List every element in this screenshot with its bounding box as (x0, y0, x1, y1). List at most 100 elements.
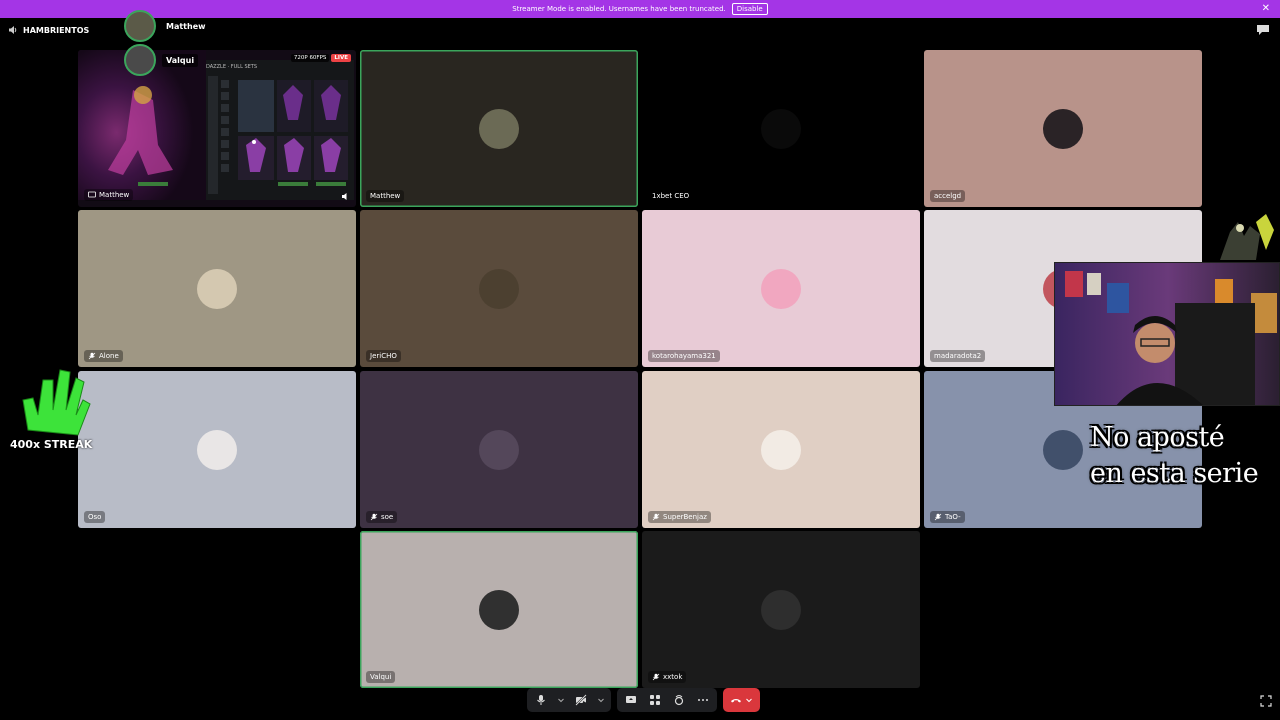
participant-tile[interactable]: kotarohayama321 (642, 210, 920, 367)
avatar (761, 429, 801, 470)
participant-tile[interactable]: xxtok (642, 531, 920, 688)
avatar (124, 44, 156, 76)
game-title: DAZZLE · FULL SETS (206, 64, 258, 70)
hand-streak-icon (22, 369, 91, 436)
end-call-icon (731, 699, 741, 703)
participant-name-label: Valqui (366, 671, 396, 683)
camera-button[interactable] (573, 692, 589, 708)
overlay-speaker: Valqui (124, 44, 210, 76)
camera-off-icon (575, 694, 587, 706)
app-root: { "notice": { "message": "Streamer Mode … (0, 0, 1280, 720)
avatar (761, 268, 801, 309)
participant-name-label: SuperBenjaz (648, 511, 711, 523)
participant-name-label: TaO- (930, 511, 965, 523)
avatar (479, 429, 519, 470)
participant-tile[interactable]: accelgd (924, 50, 1202, 207)
participant-name: SuperBenjaz (663, 513, 707, 521)
stream-badges: 720P 60FPS LIVE (290, 54, 351, 62)
participant-name-label: madaradota2 (930, 350, 986, 362)
muted-icon (934, 513, 942, 521)
avatar (479, 589, 519, 630)
participant-tile[interactable]: 1xbet CEO (642, 50, 920, 207)
participant-tile[interactable]: soe (360, 371, 638, 528)
channel-header: HAMBRIENTOS (8, 25, 89, 35)
soundboard-button[interactable] (671, 692, 687, 708)
chevron-down-icon[interactable] (597, 696, 605, 704)
soundboard-icon (674, 695, 684, 706)
participant-tile[interactable]: Valqui (360, 531, 638, 688)
participant-name-label: Oso (84, 511, 106, 523)
streamer-webcam (1054, 262, 1280, 406)
participant-name: accelgd (934, 192, 962, 200)
more-options-button[interactable] (695, 692, 711, 708)
participant-name: Alone (99, 352, 119, 360)
caption-line-2: en esta serie (1090, 458, 1259, 489)
notice-message: Streamer Mode is enabled. Usernames have… (512, 5, 726, 13)
participant-name-label: 1xbet CEO (648, 190, 694, 202)
avatar (479, 268, 519, 309)
channel-name: HAMBRIENTOS (23, 25, 90, 35)
extra-controls (617, 688, 717, 712)
muted-icon (88, 352, 96, 360)
stream-name-label: Matthew (84, 189, 134, 201)
muted-icon (652, 673, 660, 681)
avatar (197, 429, 237, 470)
quality-badge: 720P 60FPS (290, 54, 330, 62)
participant-name: Matthew (370, 192, 401, 200)
participant-tile[interactable]: SuperBenjaz (642, 371, 920, 528)
participant-name: soe (381, 513, 394, 521)
microphone-button[interactable] (533, 692, 549, 708)
screen-share-icon (88, 191, 96, 198)
participant-tile[interactable]: JeriCHO (360, 210, 638, 367)
avatar (1043, 429, 1083, 470)
participant-name-label: accelgd (930, 190, 966, 202)
avatar (1043, 108, 1083, 149)
media-controls (527, 688, 611, 712)
speaker-icon (9, 26, 17, 34)
overlay-speaker-name: Valqui (162, 53, 199, 67)
call-controls (527, 688, 760, 712)
overlay-speaker-name: Matthew (162, 19, 210, 33)
avatar (197, 268, 237, 309)
participant-tile[interactable]: Matthew (360, 50, 638, 207)
participant-name: 1xbet CEO (652, 192, 690, 200)
hero-sprite (1220, 214, 1274, 260)
fullscreen-icon[interactable] (1260, 695, 1272, 707)
avatar (761, 589, 801, 630)
participant-name: xxtok (663, 673, 683, 681)
chat-icon[interactable] (1256, 24, 1270, 36)
volume-icon[interactable] (341, 192, 350, 201)
speaking-overlay: Matthew Valqui (124, 10, 210, 78)
participant-name: JeriCHO (370, 352, 397, 360)
avatar (124, 10, 156, 42)
more-icon (698, 699, 708, 701)
participant-name: Oso (88, 513, 102, 521)
avatar (479, 108, 519, 149)
close-icon[interactable]: ✕ (1262, 3, 1270, 14)
screen-share-button[interactable] (623, 692, 639, 708)
live-badge: LIVE (331, 54, 351, 62)
participant-tile[interactable]: Alone (78, 210, 356, 367)
caption-line-1: No aposté (1090, 422, 1225, 453)
stream-preview (78, 50, 356, 207)
participant-name: kotarohayama321 (652, 352, 716, 360)
chevron-down-icon[interactable] (557, 696, 565, 704)
streak-text: 400x STREAK (10, 438, 93, 451)
participant-name-label: xxtok (648, 671, 687, 683)
end-call-button[interactable] (723, 688, 760, 712)
stream-tile[interactable]: DAZZLE · FULL SETS 720P 60FPS LIVE Matth… (78, 50, 356, 207)
participant-name: Valqui (370, 673, 392, 681)
chevron-down-icon[interactable] (745, 696, 753, 704)
activities-icon (650, 695, 660, 705)
participant-name-label: Matthew (366, 190, 405, 202)
avatar (761, 108, 801, 149)
participant-name-label: soe (366, 511, 398, 523)
disable-streamer-mode-button[interactable]: Disable (731, 3, 768, 15)
screen-share-icon (626, 696, 636, 703)
stream-name: Matthew (99, 191, 130, 199)
participant-name-label: kotarohayama321 (648, 350, 720, 362)
participant-tile[interactable]: Oso (78, 371, 356, 528)
activities-button[interactable] (647, 692, 663, 708)
overlay-speaker: Matthew (124, 10, 210, 42)
participant-name: TaO- (945, 513, 961, 521)
